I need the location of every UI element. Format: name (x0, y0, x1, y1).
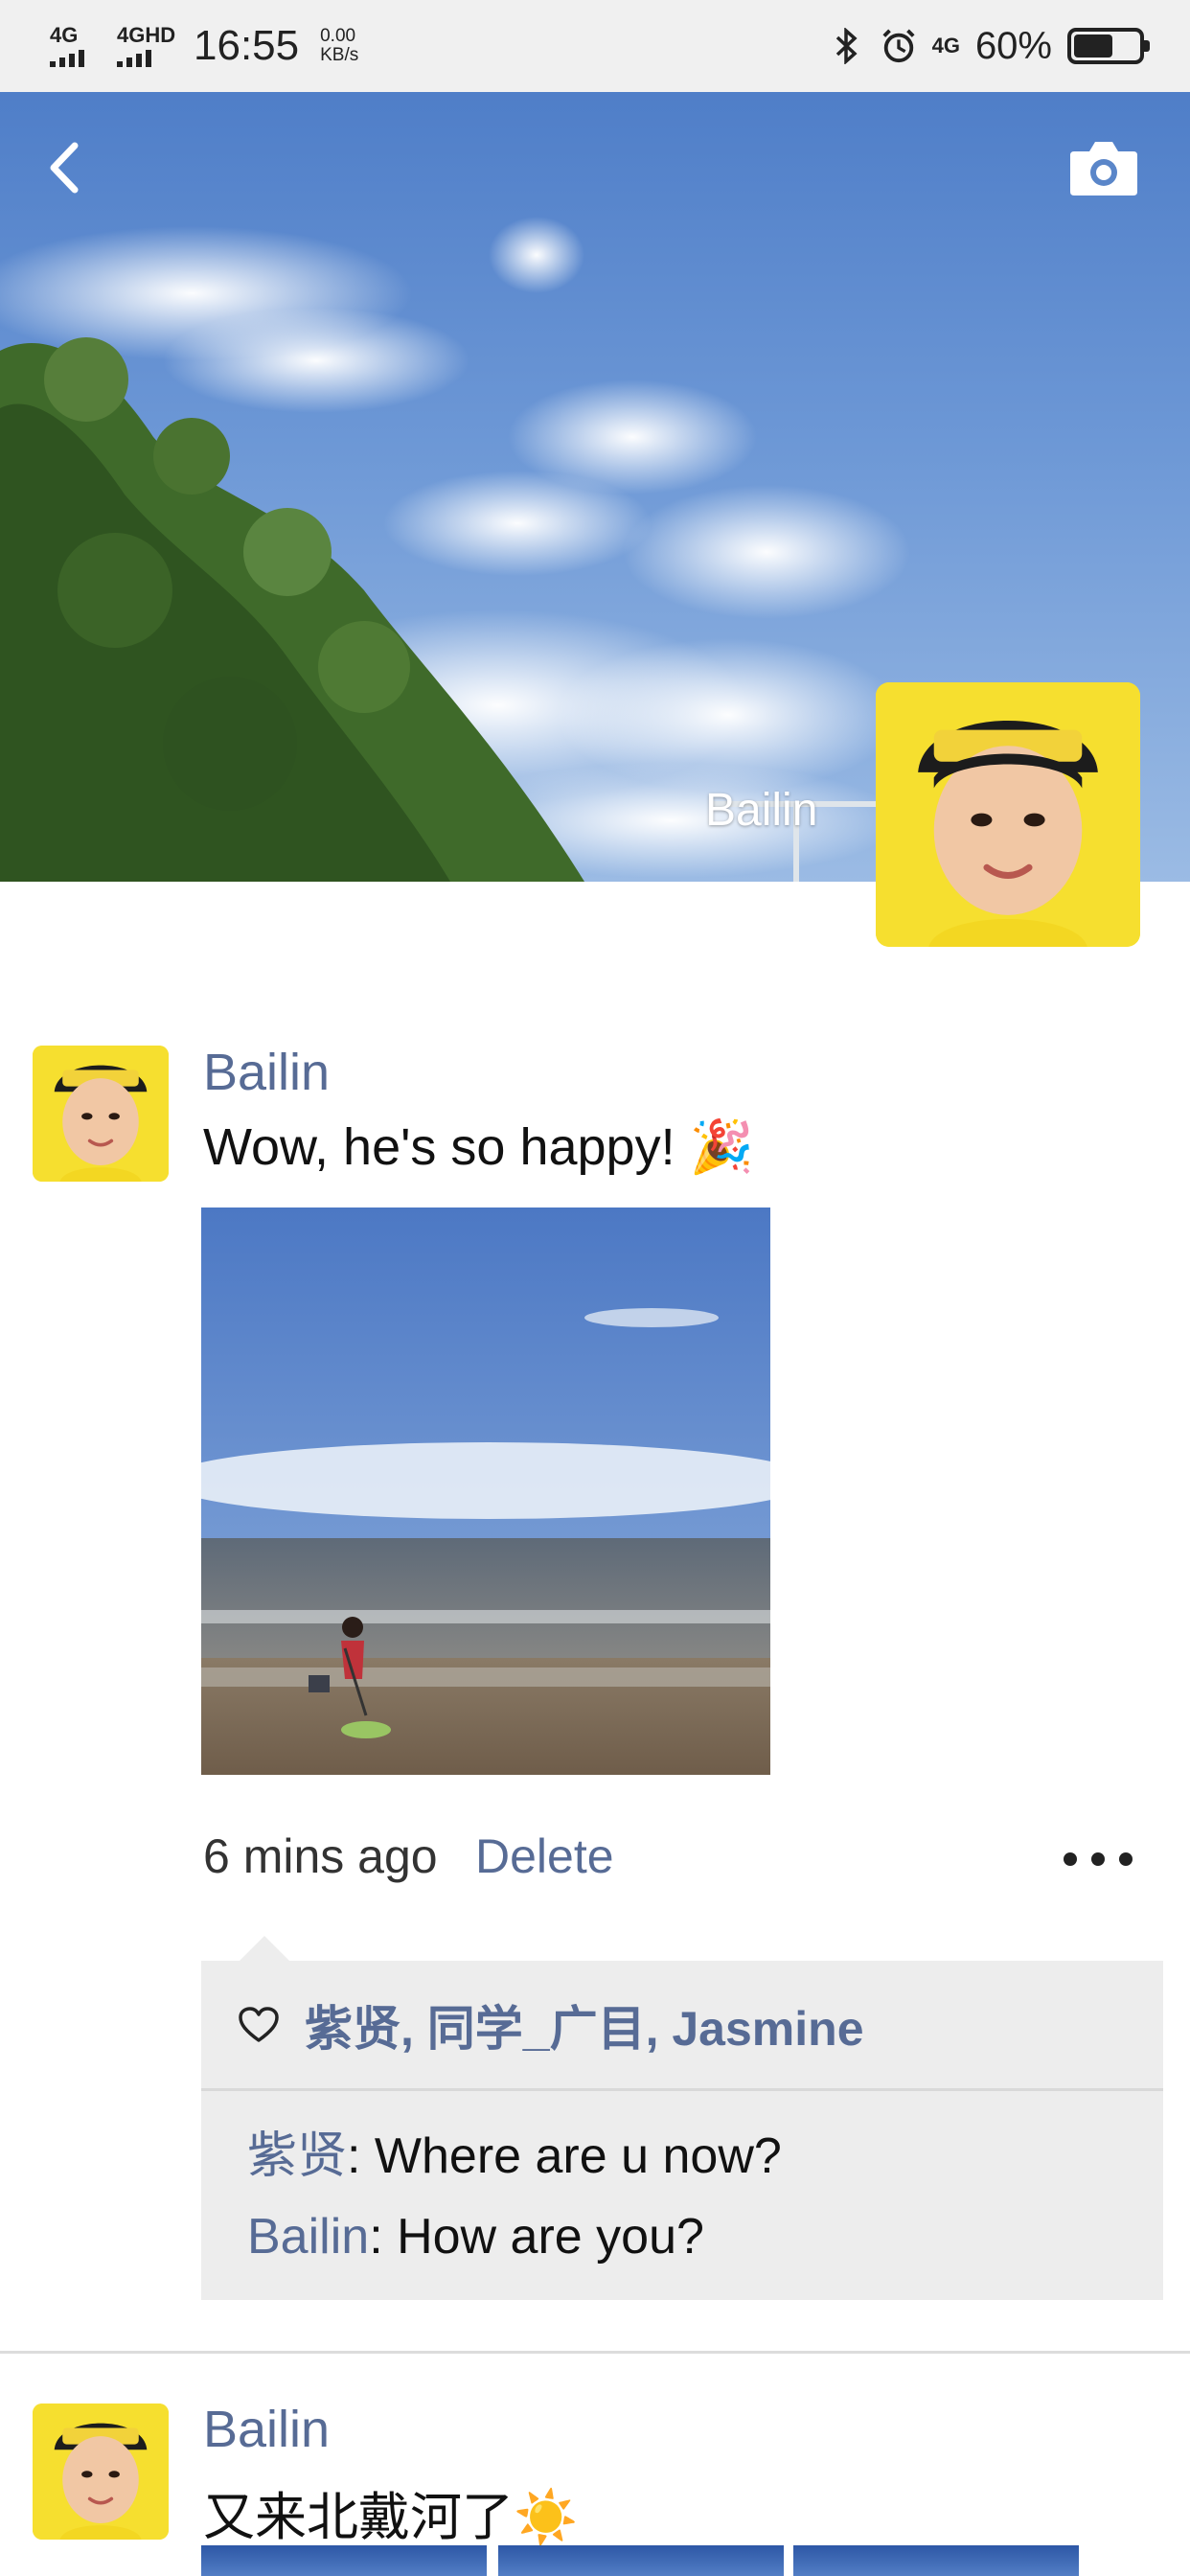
post-photo-thumbnail[interactable] (201, 2545, 487, 2576)
comment-author[interactable]: 紫贤 (247, 2128, 347, 2184)
post-author-avatar[interactable] (33, 2404, 169, 2540)
network-speed: 0.00 KB/s (320, 27, 358, 65)
network-speed-unit: KB/s (320, 45, 359, 65)
back-button[interactable] (34, 134, 92, 201)
battery-icon (1067, 28, 1150, 64)
post-author-avatar[interactable] (33, 1046, 169, 1182)
status-right: 4G 60% (829, 24, 1150, 68)
battery-fill (1074, 34, 1112, 58)
status-bar: 4G 4GHD 16:55 0.00 KB/s 4G 60% (0, 0, 1190, 92)
sim2-signal: 4GHD (117, 25, 175, 67)
comment-text: : How are you? (369, 2209, 704, 2265)
post-photo-thumbnail[interactable] (498, 2545, 784, 2576)
post-photo-thumbnail[interactable] (793, 2545, 1079, 2576)
bluetooth-icon (829, 27, 865, 65)
avatar (876, 682, 1140, 947)
likes-names[interactable]: 紫贤, 同学_广目, Jasmine (305, 1990, 864, 2059)
network-type: 4G (931, 34, 960, 58)
chevron-left-icon (50, 142, 79, 194)
status-left: 4G 4GHD 16:55 0.00 KB/s (50, 22, 358, 70)
cover-owner-name: Bailin (705, 785, 818, 836)
alarm-icon (881, 27, 917, 65)
delete-button[interactable]: Delete (475, 1828, 614, 1884)
post-text: 又来北戴河了☀️ (203, 2489, 579, 2546)
sim1-label: 4G (50, 23, 79, 47)
comments-list: 紫贤: Where are u now? Bailin: How are you… (201, 2091, 1163, 2300)
more-dots-icon (1064, 1852, 1077, 1866)
avatar (33, 2404, 169, 2540)
network-speed-value: 0.00 (320, 26, 356, 46)
comment-text: : Where are u now? (347, 2128, 782, 2184)
post-divider (0, 2351, 1190, 2354)
comment[interactable]: Bailin: How are you? (247, 2196, 1163, 2277)
comment-author[interactable]: Bailin (247, 2209, 369, 2265)
camera-button[interactable] (1067, 134, 1140, 201)
signal-bars-icon (117, 46, 151, 67)
clock: 16:55 (194, 22, 300, 69)
profile-avatar[interactable] (876, 682, 1140, 947)
post-author-name[interactable]: Bailin (203, 1043, 330, 1102)
more-actions-button[interactable] (1064, 1840, 1133, 1878)
post-author-name[interactable]: Bailin (203, 2400, 330, 2459)
heart-icon (238, 2004, 284, 2046)
sim2-label: 4GHD (117, 23, 176, 47)
likes-row: 紫贤, 同学_广目, Jasmine (201, 1961, 1163, 2091)
interaction-panel: 紫贤, 同学_广目, Jasmine 紫贤: Where are u now? … (201, 1936, 1163, 2300)
sim1-signal: 4G (50, 25, 103, 67)
post-text: Wow, he's so happy! 🎉 (203, 1118, 754, 1176)
post-timestamp: 6 mins ago (203, 1829, 438, 1883)
camera-icon (1070, 142, 1137, 196)
signal-bars-icon (50, 46, 84, 67)
post-photo[interactable] (201, 1208, 770, 1775)
battery-percent: 60% (974, 24, 1052, 67)
comment[interactable]: 紫贤: Where are u now? (247, 2116, 1163, 2196)
avatar (33, 1046, 169, 1182)
beach-photo (201, 1208, 770, 1775)
